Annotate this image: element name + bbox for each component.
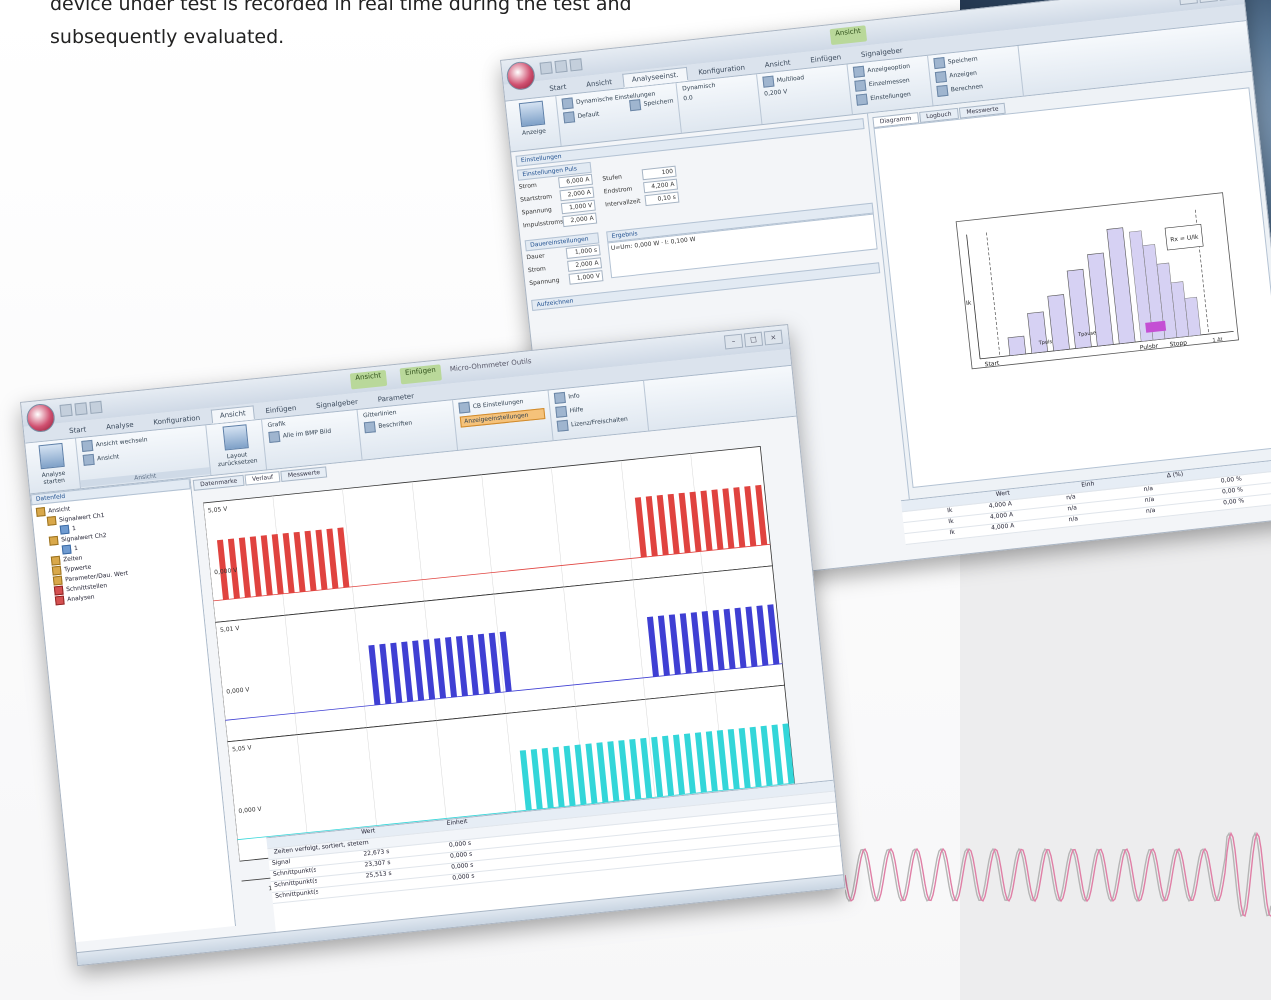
help-option-label: Lizenz/Freischalten: [570, 415, 629, 429]
ribbon-group-analyse: Analyse starten: [25, 438, 82, 494]
button-icon: [553, 391, 566, 404]
tree-node-icon: [52, 575, 63, 586]
pulse-schematic: Rx = U/Ik Ik Start Pulsbr Stopp Tpuls Tp…: [955, 192, 1239, 370]
minimize-icon[interactable]: –: [1178, 0, 1198, 6]
wave-gray-line: [845, 831, 1271, 917]
pulse-param-input[interactable]: 2,000 A: [562, 212, 598, 228]
ribbon-group-help: Info Hilfe Lizenz/Freischalten: [548, 380, 650, 441]
static-param-input[interactable]: 1,000 V: [568, 270, 604, 285]
ribbon-group-save: Speichern Anzeigen Berechnen: [928, 45, 1024, 106]
ribbon-group-multiload: Multiload 0,200 V: [757, 64, 853, 125]
ribbon-group-layout: Layout zurücksetzen: [206, 419, 268, 476]
window-title: Micro-Ohmmeter Outils: [449, 357, 532, 374]
tree-node-icon: [53, 585, 64, 595]
step-bar: [1007, 335, 1027, 356]
save-option-label: Speichern: [947, 55, 978, 66]
pulse-params: Einstellungen Puls Strom 6,000 A Startstro…: [516, 161, 598, 233]
tree-node-icon: [50, 555, 61, 566]
window-buttons[interactable]: –□×: [1178, 0, 1238, 6]
schematic-stop-label: Stopp: [1169, 339, 1187, 348]
maximize-icon[interactable]: □: [1198, 0, 1218, 4]
tree-node-icon: [46, 515, 57, 526]
context-tab-label: Ansicht: [829, 25, 867, 46]
schematic-pulse-label: Pulsbr: [1139, 343, 1159, 352]
pulse-param-right-label: Intervallzeit: [604, 197, 641, 209]
window-buttons[interactable]: –□×: [723, 329, 784, 350]
save-option-label: Berechnen: [950, 83, 984, 94]
button-icon: [934, 70, 947, 84]
button-icon: [855, 93, 868, 106]
intro-line-1: device under test is recorded in real ti…: [50, 0, 632, 15]
context-tab-einfuegen: Einfügen: [399, 364, 442, 385]
layout-icon[interactable]: [222, 424, 249, 451]
tree-node-icon: [54, 595, 65, 605]
pulse-params-right: Stufen 100 Endstrom 4,200 A Intervallzeit 0,1…: [602, 165, 681, 224]
button-icon: [933, 57, 946, 70]
ribbon-group-anzeige: Anzeige: [505, 96, 562, 152]
pulse-param-label: Impulsstromstärke: [522, 216, 580, 230]
button-icon: [854, 79, 867, 92]
ribbon-group-grafik: Grafik Alle im BMP Bild: [262, 409, 363, 470]
button-icon: [852, 65, 865, 78]
tree-node-icon: [59, 524, 70, 535]
help-option-label: Info: [567, 392, 580, 401]
maximize-icon[interactable]: □: [743, 331, 764, 348]
tree-item-label: 1: [73, 544, 79, 552]
tree-node-icon: [48, 535, 59, 546]
button-icon: [556, 419, 569, 432]
data-tree: Ansicht Signalwert Ch1 1 Signalwert Ch2 1 Zei…: [32, 489, 202, 609]
ribbon-group-settings: CB Einstellungen Anzeigeeinstellungen: [453, 390, 554, 450]
button-icon: [555, 405, 568, 418]
monitor-icon[interactable]: [38, 442, 65, 470]
static-param-label: Spannung: [528, 276, 560, 288]
front-window: Ansicht Einfügen Micro-Ohmmeter Outils –…: [20, 323, 846, 967]
button-icon: [936, 84, 949, 97]
reset-layout-button[interactable]: Layout zurücksetzen: [214, 450, 260, 468]
tree-item-label: Zeiten: [62, 554, 83, 563]
wave-pink-line: [845, 831, 1271, 917]
ribbon-group-dynamic: Dynamisch 0.0: [676, 74, 763, 133]
help-option-label: Hilfe: [569, 406, 584, 415]
display-option-label: Einstellungen: [869, 90, 912, 103]
refresh-icon[interactable]: [518, 100, 546, 128]
save-option-label: Anzeigen: [948, 69, 978, 80]
display-option-label: Einzelmessen: [868, 76, 911, 89]
schematic-start-label: Start: [984, 360, 1000, 369]
sine-wave-decoration: [845, 831, 1271, 917]
static-params: Dauereinstellungen Dauer 1,000 s Strom 2,00…: [524, 232, 604, 290]
ribbon-group-gitter: Gitterlinien Beschriften: [357, 400, 459, 460]
tree-node-icon: [51, 565, 62, 576]
quick-access-toolbar[interactable]: [539, 58, 583, 75]
context-tab-ansicht: Ansicht: [349, 369, 388, 390]
ribbon-group-display: Anzeigeoption Einzelmessen Einstellungen: [847, 55, 934, 115]
analyse-start-button[interactable]: Analyse starten: [33, 469, 74, 487]
schematic-end-label: 1 Δt: [1212, 337, 1223, 344]
diagram-canvas: Rx = U/Ik Ik Start Pulsbr Stopp Tpuls Tp…: [873, 87, 1271, 488]
close-icon[interactable]: ×: [1218, 0, 1238, 1]
display-option-label: Anzeigeoption: [866, 62, 911, 75]
pulse-param-right-input[interactable]: 0,10 s: [644, 191, 680, 207]
doc-tab-1[interactable]: Verlauf: [244, 471, 281, 486]
tree-node-icon: [35, 506, 46, 517]
anzeige-button[interactable]: Anzeige: [522, 127, 547, 137]
tree-item-label: Analysen: [66, 592, 95, 603]
close-icon[interactable]: ×: [763, 329, 784, 346]
tree-node-icon: [61, 544, 72, 554]
tree-item-label: 1: [71, 524, 77, 532]
minimize-icon[interactable]: –: [723, 333, 744, 350]
quick-access-toolbar[interactable]: [59, 400, 103, 417]
doc-tab-2[interactable]: Messwerte: [280, 466, 328, 482]
